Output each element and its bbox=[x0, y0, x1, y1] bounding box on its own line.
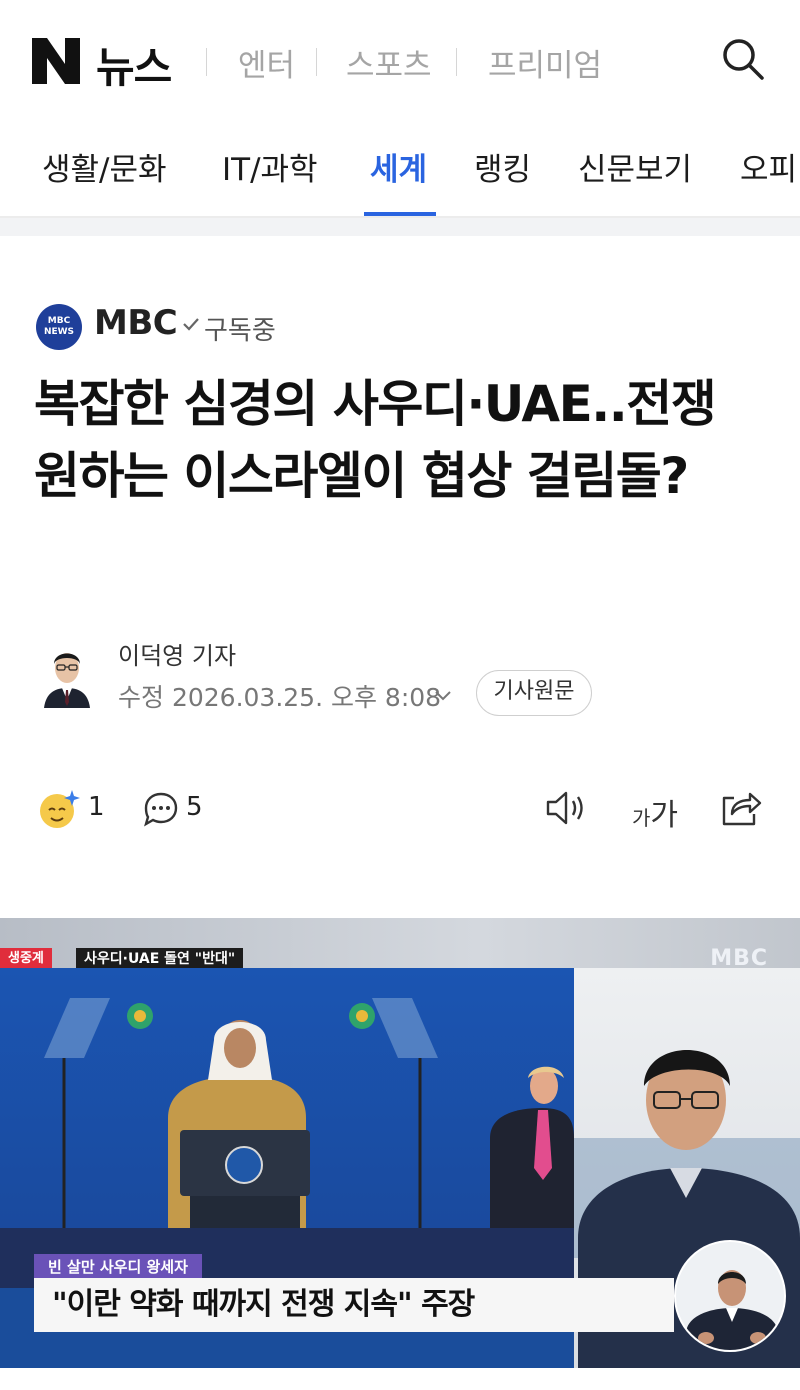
press-name[interactable]: MBC bbox=[94, 303, 178, 343]
tab-world[interactable]: 세계 bbox=[370, 144, 427, 189]
interpreter-illustration bbox=[686, 1270, 778, 1350]
original-article-button[interactable]: 기사원문 bbox=[476, 670, 592, 716]
sign-language-interpreter bbox=[674, 1240, 786, 1352]
chevron-down-icon[interactable] bbox=[432, 684, 454, 706]
comment-icon[interactable] bbox=[142, 790, 180, 828]
reporter-avatar[interactable] bbox=[40, 634, 94, 708]
topic-tag: 사우디·UAE 돌연 "반대" bbox=[76, 948, 244, 970]
divider bbox=[206, 48, 207, 76]
reaction-emoji-icon[interactable] bbox=[38, 788, 80, 830]
check-icon bbox=[183, 318, 199, 331]
nav-link-entertainment[interactable]: 엔터 bbox=[238, 40, 295, 85]
category-tabs: 생활/문화 IT/과학 세계 랭킹 신문보기 오피 bbox=[0, 118, 800, 218]
nav-link-premium[interactable]: 프리미엄 bbox=[488, 40, 602, 85]
reporter-name[interactable]: 이덕영 기자 bbox=[118, 636, 236, 671]
news-logo-text[interactable]: 뉴스 bbox=[96, 34, 172, 95]
tab-it-science[interactable]: IT/과학 bbox=[222, 144, 318, 189]
naver-logo-icon[interactable] bbox=[32, 38, 80, 84]
divider bbox=[316, 48, 317, 76]
video-player[interactable]: 생중계 사우디·UAE 돌연 "반대" MBC 빈 살만 사우디 왕세자 "이란… bbox=[0, 918, 800, 1368]
comment-count: 5 bbox=[186, 792, 203, 822]
subscribe-status[interactable]: 구독중 bbox=[204, 310, 276, 347]
section-divider bbox=[0, 218, 800, 236]
article-headline: 복잡한 심경의 사우디·UAE..전쟁 원하는 이스라엘이 협상 걸림돌? bbox=[34, 375, 717, 505]
search-icon[interactable] bbox=[720, 36, 766, 82]
nav-link-sports[interactable]: 스포츠 bbox=[346, 40, 432, 85]
speaker-icon[interactable] bbox=[544, 788, 588, 828]
caption-headline: "이란 약화 때까지 전쟁 지속" 주장 bbox=[34, 1278, 674, 1332]
press-logo-text: MBC NEWS bbox=[43, 316, 75, 337]
share-icon[interactable] bbox=[718, 786, 762, 828]
top-header: 뉴스 엔터 스포츠 프리미엄 bbox=[0, 0, 800, 118]
font-size-icon[interactable]: 가가 bbox=[632, 790, 678, 834]
tab-opinion[interactable]: 오피 bbox=[740, 144, 797, 189]
tab-life-culture[interactable]: 생활/문화 bbox=[42, 144, 167, 189]
video-stage-scene bbox=[0, 968, 574, 1228]
stage-illustration bbox=[44, 998, 574, 1228]
divider bbox=[456, 48, 457, 76]
caption-speaker-name: 빈 살만 사우디 왕세자 bbox=[34, 1254, 202, 1280]
modified-date: 수정 2026.03.25. 오후 8:08 bbox=[118, 683, 442, 712]
live-tag: 생중계 bbox=[0, 948, 52, 970]
page-bottom bbox=[0, 1368, 800, 1390]
reaction-count: 1 bbox=[88, 792, 105, 822]
tab-ranking[interactable]: 랭킹 bbox=[474, 144, 531, 189]
tab-newspaper[interactable]: 신문보기 bbox=[578, 144, 692, 189]
press-logo[interactable]: MBC NEWS bbox=[36, 304, 82, 350]
active-tab-indicator bbox=[364, 212, 436, 216]
